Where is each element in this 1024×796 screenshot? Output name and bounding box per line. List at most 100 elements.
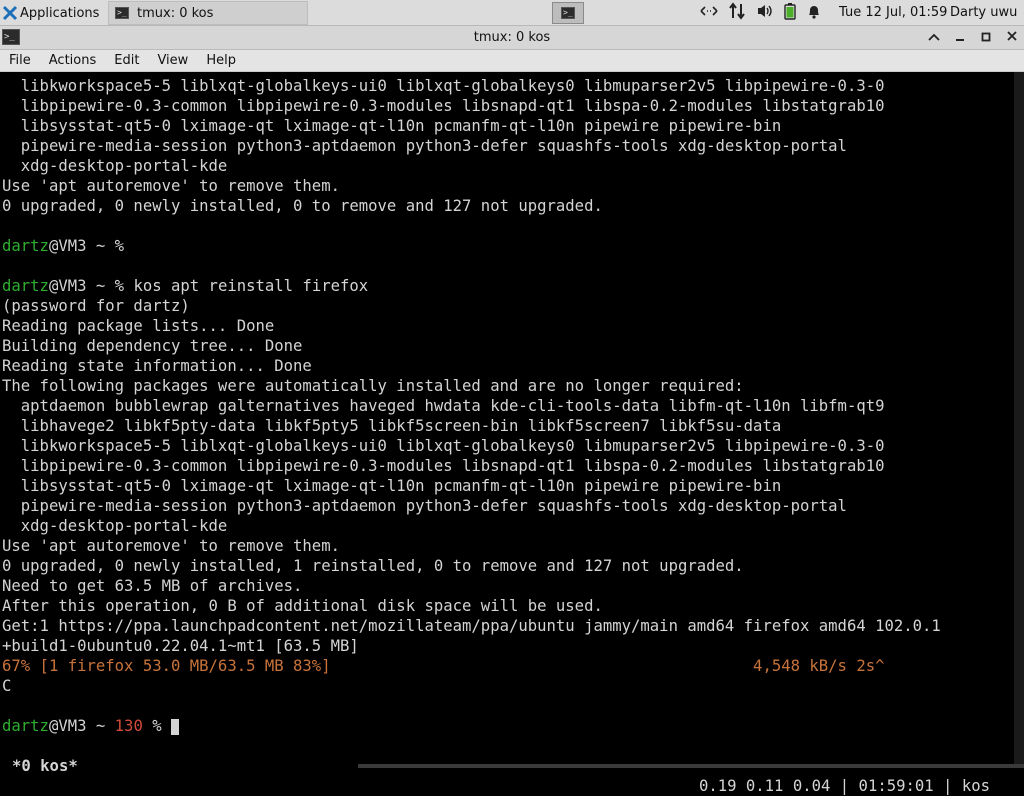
terminal-line: The following packages were automaticall… <box>2 376 1012 396</box>
terminal-text: libpipewire-0.3-common libpipewire-0.3-m… <box>2 457 885 475</box>
terminal-text: xdg-desktop-portal-kde <box>2 517 228 535</box>
terminal-line: Building dependency tree... Done <box>2 336 1012 356</box>
terminal-line: dartz@VM3 ~ 130 % <box>2 716 1012 736</box>
terminal-line: libpipewire-0.3-common libpipewire-0.3-m… <box>2 96 1012 116</box>
terminal-text: libsysstat-qt5-0 lximage-qt lximage-qt-l… <box>2 477 782 495</box>
terminal-line: xdg-desktop-portal-kde <box>2 156 1012 176</box>
notification-bell-icon[interactable] <box>806 3 822 23</box>
terminal-line: libpipewire-0.3-common libpipewire-0.3-m… <box>2 456 1012 476</box>
terminal-line: Reading package lists... Done <box>2 316 1012 336</box>
terminal-line: After this operation, 0 B of additional … <box>2 596 1012 616</box>
network-arrows-icon[interactable] <box>700 4 718 22</box>
battery-icon[interactable] <box>784 2 796 24</box>
terminal-text: libpipewire-0.3-common libpipewire-0.3-m… <box>2 97 885 115</box>
terminal-text: % <box>142 717 172 735</box>
applications-label: Applications <box>20 5 100 21</box>
terminal-line: Use 'apt autoremove' to remove them. <box>2 536 1012 556</box>
terminal-text: @VM3 ~ % <box>48 237 125 255</box>
applications-icon <box>2 5 18 21</box>
terminal-text: libhavege2 libkf5pty-data libkf5pty5 lib… <box>2 417 782 435</box>
terminal-text: Get:1 https://ppa.launchpadcontent.net/m… <box>2 617 941 635</box>
window-bottom-edge <box>358 764 1024 768</box>
terminal-text: Reading package lists... Done <box>2 317 275 335</box>
window-controls <box>928 26 1018 50</box>
prompt-username: dartz <box>2 277 49 295</box>
terminal-line: libkworkspace5-5 liblxqt-globalkeys-ui0 … <box>2 76 1012 96</box>
minimize-button[interactable] <box>954 31 966 46</box>
close-button[interactable] <box>1006 30 1018 46</box>
terminal-line: 0 upgraded, 0 newly installed, 1 reinsta… <box>2 556 1012 576</box>
terminal-line: libhavege2 libkf5pty-data libkf5pty5 lib… <box>2 416 1012 436</box>
terminal-text: pipewire-media-session python3-aptdaemon… <box>2 497 847 515</box>
terminal-line: aptdaemon bubblewrap galternatives haveg… <box>2 396 1012 416</box>
terminal-line: (password for dartz) <box>2 296 1012 316</box>
terminal-icon: >_ <box>561 7 575 19</box>
terminal-line: Use 'apt autoremove' to remove them. <box>2 176 1012 196</box>
terminal-text: Need to get 63.5 MB of archives. <box>2 577 303 595</box>
prompt-username: dartz <box>2 717 49 735</box>
terminal-line: 67% [1 firefox 53.0 MB/63.5 MB 83%] 4,54… <box>2 656 1012 676</box>
taskbar-item-label: tmux: 0 kos <box>137 5 214 21</box>
menu-file[interactable]: File <box>0 53 40 68</box>
menu-view[interactable]: View <box>148 53 197 68</box>
terminal-text: Building dependency tree... Done <box>2 337 303 355</box>
terminal-output: libkworkspace5-5 liblxqt-globalkeys-ui0 … <box>2 76 1012 736</box>
terminal-line: xdg-desktop-portal-kde <box>2 516 1012 536</box>
terminal-text: pipewire-media-session python3-aptdaemon… <box>2 137 847 155</box>
terminal-text: The following packages were automaticall… <box>2 377 744 395</box>
top-panel: Applications >_ tmux: 0 kos >_ Tue 12 Ju… <box>0 0 1024 26</box>
prompt-exit-code: 130 <box>114 717 143 735</box>
terminal-text: (password for dartz) <box>2 297 190 315</box>
download-progress-text: 67% [1 firefox 53.0 MB/63.5 MB 83%] 4,54… <box>2 657 885 675</box>
terminal-text: libsysstat-qt5-0 lximage-qt lximage-qt-l… <box>2 117 782 135</box>
terminal-text: C <box>2 677 12 695</box>
terminal-line: Reading state information... Done <box>2 356 1012 376</box>
chevron-up-icon[interactable] <box>928 31 940 46</box>
network-transfer-icon[interactable] <box>728 2 746 24</box>
terminal-icon: >_ <box>115 7 129 19</box>
terminal-line: pipewire-media-session python3-aptdaemon… <box>2 496 1012 516</box>
menu-actions[interactable]: Actions <box>40 53 106 68</box>
terminal-text: After this operation, 0 B of additional … <box>2 597 603 615</box>
terminal-text: +build1-0ubuntu0.22.04.1~mt1 [63.5 MB] <box>2 637 359 655</box>
terminal-text: 0 upgraded, 0 newly installed, 1 reinsta… <box>2 557 744 575</box>
tmux-window-name[interactable]: *0 kos* <box>12 756 78 776</box>
terminal-line: libsysstat-qt5-0 lximage-qt lximage-qt-l… <box>2 476 1012 496</box>
terminal-text: Use 'apt autoremove' to remove them. <box>2 177 340 195</box>
terminal-line: libkworkspace5-5 liblxqt-globalkeys-ui0 … <box>2 436 1012 456</box>
taskbar-item-tmux[interactable]: >_ tmux: 0 kos <box>108 1 308 25</box>
terminal-line: 0 upgraded, 0 newly installed, 0 to remo… <box>2 196 1012 216</box>
terminal-text: Use 'apt autoremove' to remove them. <box>2 537 340 555</box>
terminal-line: dartz@VM3 ~ % <box>2 236 1012 256</box>
menu-help[interactable]: Help <box>197 53 245 68</box>
terminal-text: aptdaemon bubblewrap galternatives haveg… <box>2 397 885 415</box>
terminal-scrollbar[interactable] <box>1014 72 1024 768</box>
terminal-line: C <box>2 676 1012 696</box>
system-tray <box>700 0 822 26</box>
panel-user-name[interactable]: Darty uwu <box>950 0 1017 26</box>
terminal-view[interactable]: libkworkspace5-5 liblxqt-globalkeys-ui0 … <box>0 72 1024 768</box>
volume-icon[interactable] <box>756 3 774 23</box>
menubar: File Actions Edit View Help <box>0 50 1024 72</box>
panel-clock[interactable]: Tue 12 Jul, 01:59 <box>839 0 947 26</box>
prompt-username: dartz <box>2 237 49 255</box>
show-desktop-button[interactable]: >_ <box>552 2 584 24</box>
terminal-text: libkworkspace5-5 liblxqt-globalkeys-ui0 … <box>2 77 885 95</box>
window-title: tmux: 0 kos <box>473 30 551 45</box>
terminal-text: @VM3 ~ % kos apt reinstall firefox <box>48 277 369 295</box>
terminal-line: pipewire-media-session python3-aptdaemon… <box>2 136 1012 156</box>
terminal-line: Need to get 63.5 MB of archives. <box>2 576 1012 596</box>
terminal-text: 0 upgraded, 0 newly installed, 0 to remo… <box>2 197 603 215</box>
terminal-line: Get:1 https://ppa.launchpadcontent.net/m… <box>2 616 1012 636</box>
tmux-status-info: 0.19 0.11 0.04 | 01:59:01 | kos <box>698 777 990 795</box>
terminal-line: +build1-0ubuntu0.22.04.1~mt1 [63.5 MB] <box>2 636 1012 656</box>
maximize-button[interactable] <box>980 31 992 46</box>
terminal-text: @VM3 ~ <box>48 717 115 735</box>
terminal-line: libsysstat-qt5-0 lximage-qt lximage-qt-l… <box>2 116 1012 136</box>
window-titlebar[interactable]: >_ tmux: 0 kos <box>0 26 1024 50</box>
applications-menu[interactable]: Applications <box>0 0 99 26</box>
menu-edit[interactable]: Edit <box>105 53 148 68</box>
